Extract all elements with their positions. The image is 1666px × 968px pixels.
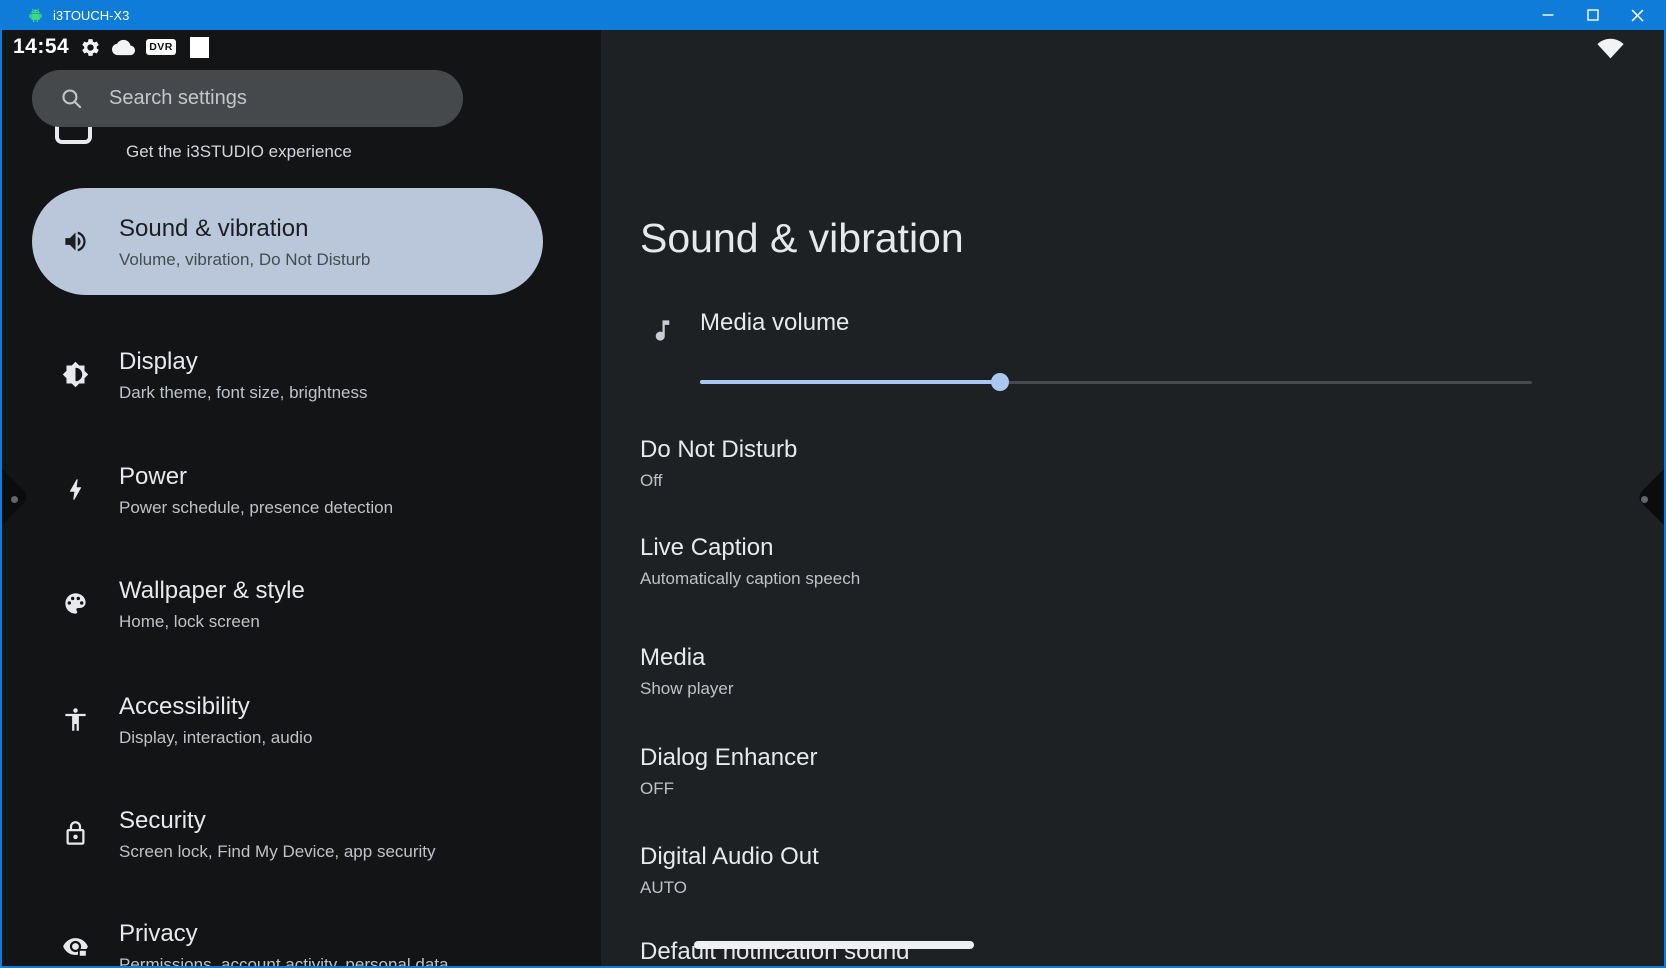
media-volume-label: Media volume [700, 307, 849, 339]
cloud-status-icon [112, 36, 135, 59]
content-item-title: Live Caption [640, 532, 860, 564]
minimize-button[interactable] [1525, 0, 1570, 30]
left-handle-dot-icon [11, 496, 18, 503]
close-button[interactable] [1615, 0, 1660, 30]
content-item-title: Media [640, 642, 734, 674]
status-clock: 14:54 [13, 35, 69, 59]
sidebar-item-wallpaper-style[interactable]: Wallpaper & style Home, lock screen [32, 550, 543, 657]
sidebar-item-i3studio-subtitle[interactable]: Get the i3STUDIO experience [126, 142, 352, 162]
sidebar-item-security[interactable]: Security Screen lock, Find My Device, ap… [32, 780, 543, 887]
sidebar-item-subtitle: Dark theme, font size, brightness [119, 381, 368, 404]
sidebar-item-sound-vibration[interactable]: Sound & vibration Volume, vibration, Do … [32, 188, 543, 295]
settings-sidebar: 14:54 DVR Search settings Get the i3STUD… [0, 30, 601, 968]
sidebar-item-title: Privacy [119, 917, 448, 950]
content-item-title: Digital Audio Out [640, 841, 819, 873]
speaker-icon [62, 228, 89, 255]
lightning-bolt-icon [62, 476, 89, 503]
window-title: i3TOUCH-X3 [53, 8, 129, 23]
android-robot-icon [27, 7, 44, 24]
sidebar-item-power[interactable]: Power Power schedule, presence detection [32, 436, 543, 543]
sidebar-item-subtitle: Volume, vibration, Do Not Disturb [119, 248, 370, 271]
gesture-navigation-pill[interactable] [694, 941, 974, 949]
content-item-dialog-enhancer[interactable]: Dialog Enhancer OFF [640, 742, 817, 802]
sidebar-item-privacy[interactable]: Privacy Permissions, account activity, p… [32, 893, 543, 968]
app-notification-square-icon [190, 37, 209, 58]
content-item-media[interactable]: Media Show player [640, 642, 734, 702]
sidebar-item-title: Wallpaper & style [119, 574, 305, 607]
palette-icon [62, 590, 89, 617]
sidebar-item-subtitle: Power schedule, presence detection [119, 496, 393, 519]
settings-content: Sound & vibration Media volume Do Not Di… [601, 30, 1666, 968]
window-border-left [0, 30, 2, 968]
search-bar[interactable]: Search settings [32, 70, 463, 127]
sidebar-item-title: Accessibility [119, 690, 312, 723]
music-note-icon [649, 317, 676, 344]
content-item-subtitle: OFF [640, 776, 817, 802]
status-bar-left: 14:54 DVR [13, 32, 209, 62]
media-volume-thumb[interactable] [991, 373, 1009, 391]
media-volume-slider[interactable] [700, 370, 1532, 394]
content-item-subtitle: Automatically caption speech [640, 566, 860, 592]
wifi-status-icon [1596, 36, 1625, 60]
dvr-status-icon: DVR [146, 39, 176, 56]
content-item-digital-audio-out[interactable]: Digital Audio Out AUTO [640, 841, 819, 901]
maximize-button[interactable] [1570, 0, 1615, 30]
privacy-eye-icon [62, 933, 89, 960]
content-item-live-caption[interactable]: Live Caption Automatically caption speec… [640, 532, 860, 592]
content-item-subtitle: AUTO [640, 875, 819, 901]
app-window: i3TOUCH-X3 14:54 DVR [0, 0, 1666, 968]
sidebar-item-subtitle: Screen lock, Find My Device, app securit… [119, 840, 436, 863]
content-item-title: Dialog Enhancer [640, 742, 817, 774]
close-icon [1631, 9, 1644, 22]
sidebar-item-subtitle: Home, lock screen [119, 610, 305, 633]
content-item-subtitle: Show player [640, 676, 734, 702]
window-controls [1525, 0, 1660, 30]
right-handle-dot-icon [1641, 496, 1648, 503]
page-title: Sound & vibration [640, 211, 964, 265]
lock-icon [62, 820, 89, 847]
search-placeholder: Search settings [109, 87, 247, 110]
maximize-icon [1587, 9, 1599, 21]
search-icon [59, 86, 84, 111]
sidebar-item-title: Sound & vibration [119, 212, 370, 245]
minimize-icon [1542, 9, 1554, 21]
sidebar-item-title: Security [119, 804, 436, 837]
content-item-title: Do Not Disturb [640, 434, 797, 466]
content-item-do-not-disturb[interactable]: Do Not Disturb Off [640, 434, 797, 494]
sidebar-item-title: Power [119, 460, 393, 493]
brightness-icon [62, 361, 89, 388]
sidebar-item-subtitle: Display, interaction, audio [119, 726, 312, 749]
sidebar-item-display[interactable]: Display Dark theme, font size, brightnes… [32, 321, 543, 428]
accessibility-person-icon [62, 706, 89, 733]
content-item-subtitle: Off [640, 468, 797, 494]
media-volume-fill [700, 380, 1000, 384]
sidebar-item-accessibility[interactable]: Accessibility Display, interaction, audi… [32, 666, 543, 773]
sidebar-item-title: Display [119, 345, 368, 378]
window-titlebar[interactable]: i3TOUCH-X3 [0, 0, 1666, 30]
settings-gear-status-icon [80, 37, 101, 58]
